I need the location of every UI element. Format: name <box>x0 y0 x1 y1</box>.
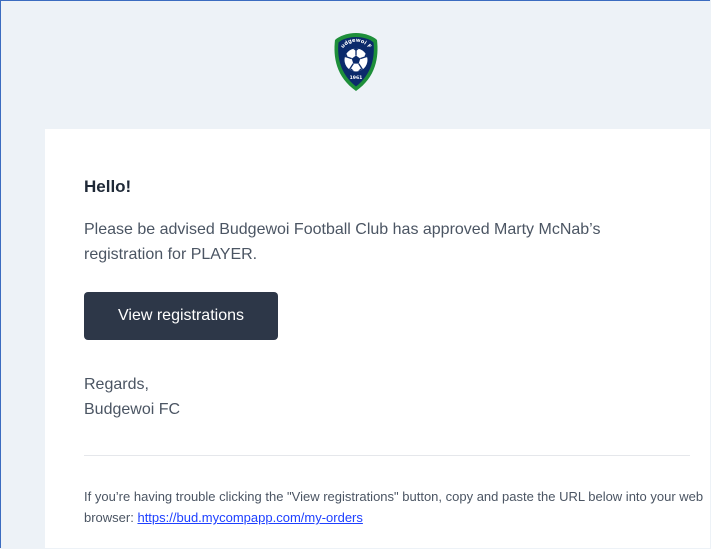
sender-name: Budgewoi FC <box>84 401 181 418</box>
crest-year: 1961 <box>349 75 362 81</box>
email-frame: Budgewoi FC 1961 Hello! Please be advise… <box>0 0 710 548</box>
approval-message: Please be advised Budgewoi Football Club… <box>84 221 601 263</box>
subcopy-text: If you’re having trouble clicking the "V… <box>84 486 704 528</box>
greeting-heading: Hello! <box>84 177 132 196</box>
budgewoi-fc-crest-icon[interactable]: Budgewoi FC 1961 <box>331 31 381 95</box>
signature: Regards, Budgewoi FC <box>84 372 180 422</box>
email-body-card: Hello! Please be advised Budgewoi Footba… <box>45 129 710 548</box>
divider <box>84 455 690 456</box>
email-header: Budgewoi FC 1961 <box>1 31 710 95</box>
view-registrations-button[interactable]: View registrations <box>84 292 278 340</box>
my-orders-link[interactable]: https://bud.mycompapp.com/my-orders <box>137 510 362 525</box>
regards-line: Regards, <box>84 376 149 393</box>
